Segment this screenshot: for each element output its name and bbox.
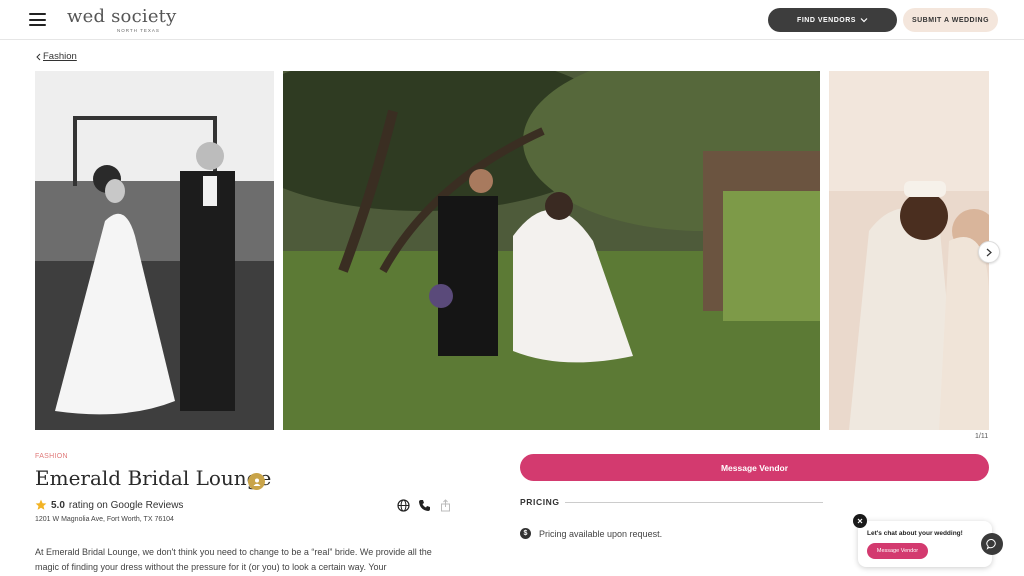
logo-subtext: NORTH TEXAS (117, 28, 160, 33)
phone-icon[interactable] (418, 499, 431, 512)
gallery-photo-1[interactable] (35, 71, 274, 430)
submit-wedding-button[interactable]: SUBMIT A WEDDING (903, 8, 998, 32)
pricing-divider (565, 502, 823, 503)
breadcrumb-link-fashion[interactable]: Fashion (43, 51, 77, 62)
pricing-heading: PRICING (520, 497, 560, 507)
globe-icon[interactable] (397, 499, 410, 512)
breadcrumb[interactable]: Fashion (36, 51, 77, 62)
chat-icon[interactable] (981, 533, 1003, 555)
find-vendors-button[interactable]: FIND VENDORS (768, 8, 897, 32)
hamburger-menu-icon[interactable] (29, 13, 46, 26)
chat-prompt: Let's chat about your wedding! (867, 530, 963, 537)
vendor-contact-icons (397, 499, 452, 512)
submit-wedding-label: SUBMIT A WEDDING (911, 16, 990, 24)
chat-button-label: Message Vendor (876, 548, 919, 554)
dollar-icon: $ (520, 528, 531, 539)
gallery-next-button[interactable] (978, 241, 1000, 263)
rating-value: 5.0 (51, 499, 65, 511)
message-vendor-button[interactable]: Message Vendor (520, 454, 989, 481)
vendor-category: FASHION (35, 453, 68, 460)
share-icon[interactable] (439, 499, 452, 512)
logo-text: wed society (67, 6, 177, 27)
site-logo[interactable]: wed society NORTH TEXAS (67, 6, 177, 33)
chat-popup: Let's chat about your wedding! Message V… (858, 521, 992, 567)
message-vendor-label: Message Vendor (720, 462, 789, 473)
chevron-left-icon (36, 53, 41, 60)
gallery-counter: 1/11 (975, 433, 989, 440)
chevron-down-icon (860, 18, 868, 23)
vendor-description: At Emerald Bridal Lounge, we don't think… (35, 547, 432, 572)
gallery-photo-2[interactable] (283, 71, 820, 430)
vendor-address: 1201 W Magnolia Ave, Fort Worth, TX 7610… (35, 516, 174, 523)
verified-badge-icon (248, 473, 265, 490)
close-icon[interactable] (853, 514, 867, 528)
pricing-info: $ Pricing available upon request. (520, 528, 662, 539)
rating-text: rating on Google Reviews (68, 499, 184, 511)
chat-message-vendor-button[interactable]: Message Vendor (867, 543, 928, 559)
pricing-text: Pricing available upon request. (539, 528, 663, 539)
site-header: wed society NORTH TEXAS FIND VENDORS SUB… (0, 0, 1024, 40)
gallery-photo-3[interactable] (829, 71, 989, 430)
vendor-rating: 5.0 rating on Google Reviews (35, 499, 183, 511)
chevron-right-icon (986, 248, 992, 256)
vendor-name: Emerald Bridal Lounge (35, 466, 272, 490)
star-icon (35, 499, 47, 510)
find-vendors-label: FIND VENDORS (797, 16, 856, 24)
